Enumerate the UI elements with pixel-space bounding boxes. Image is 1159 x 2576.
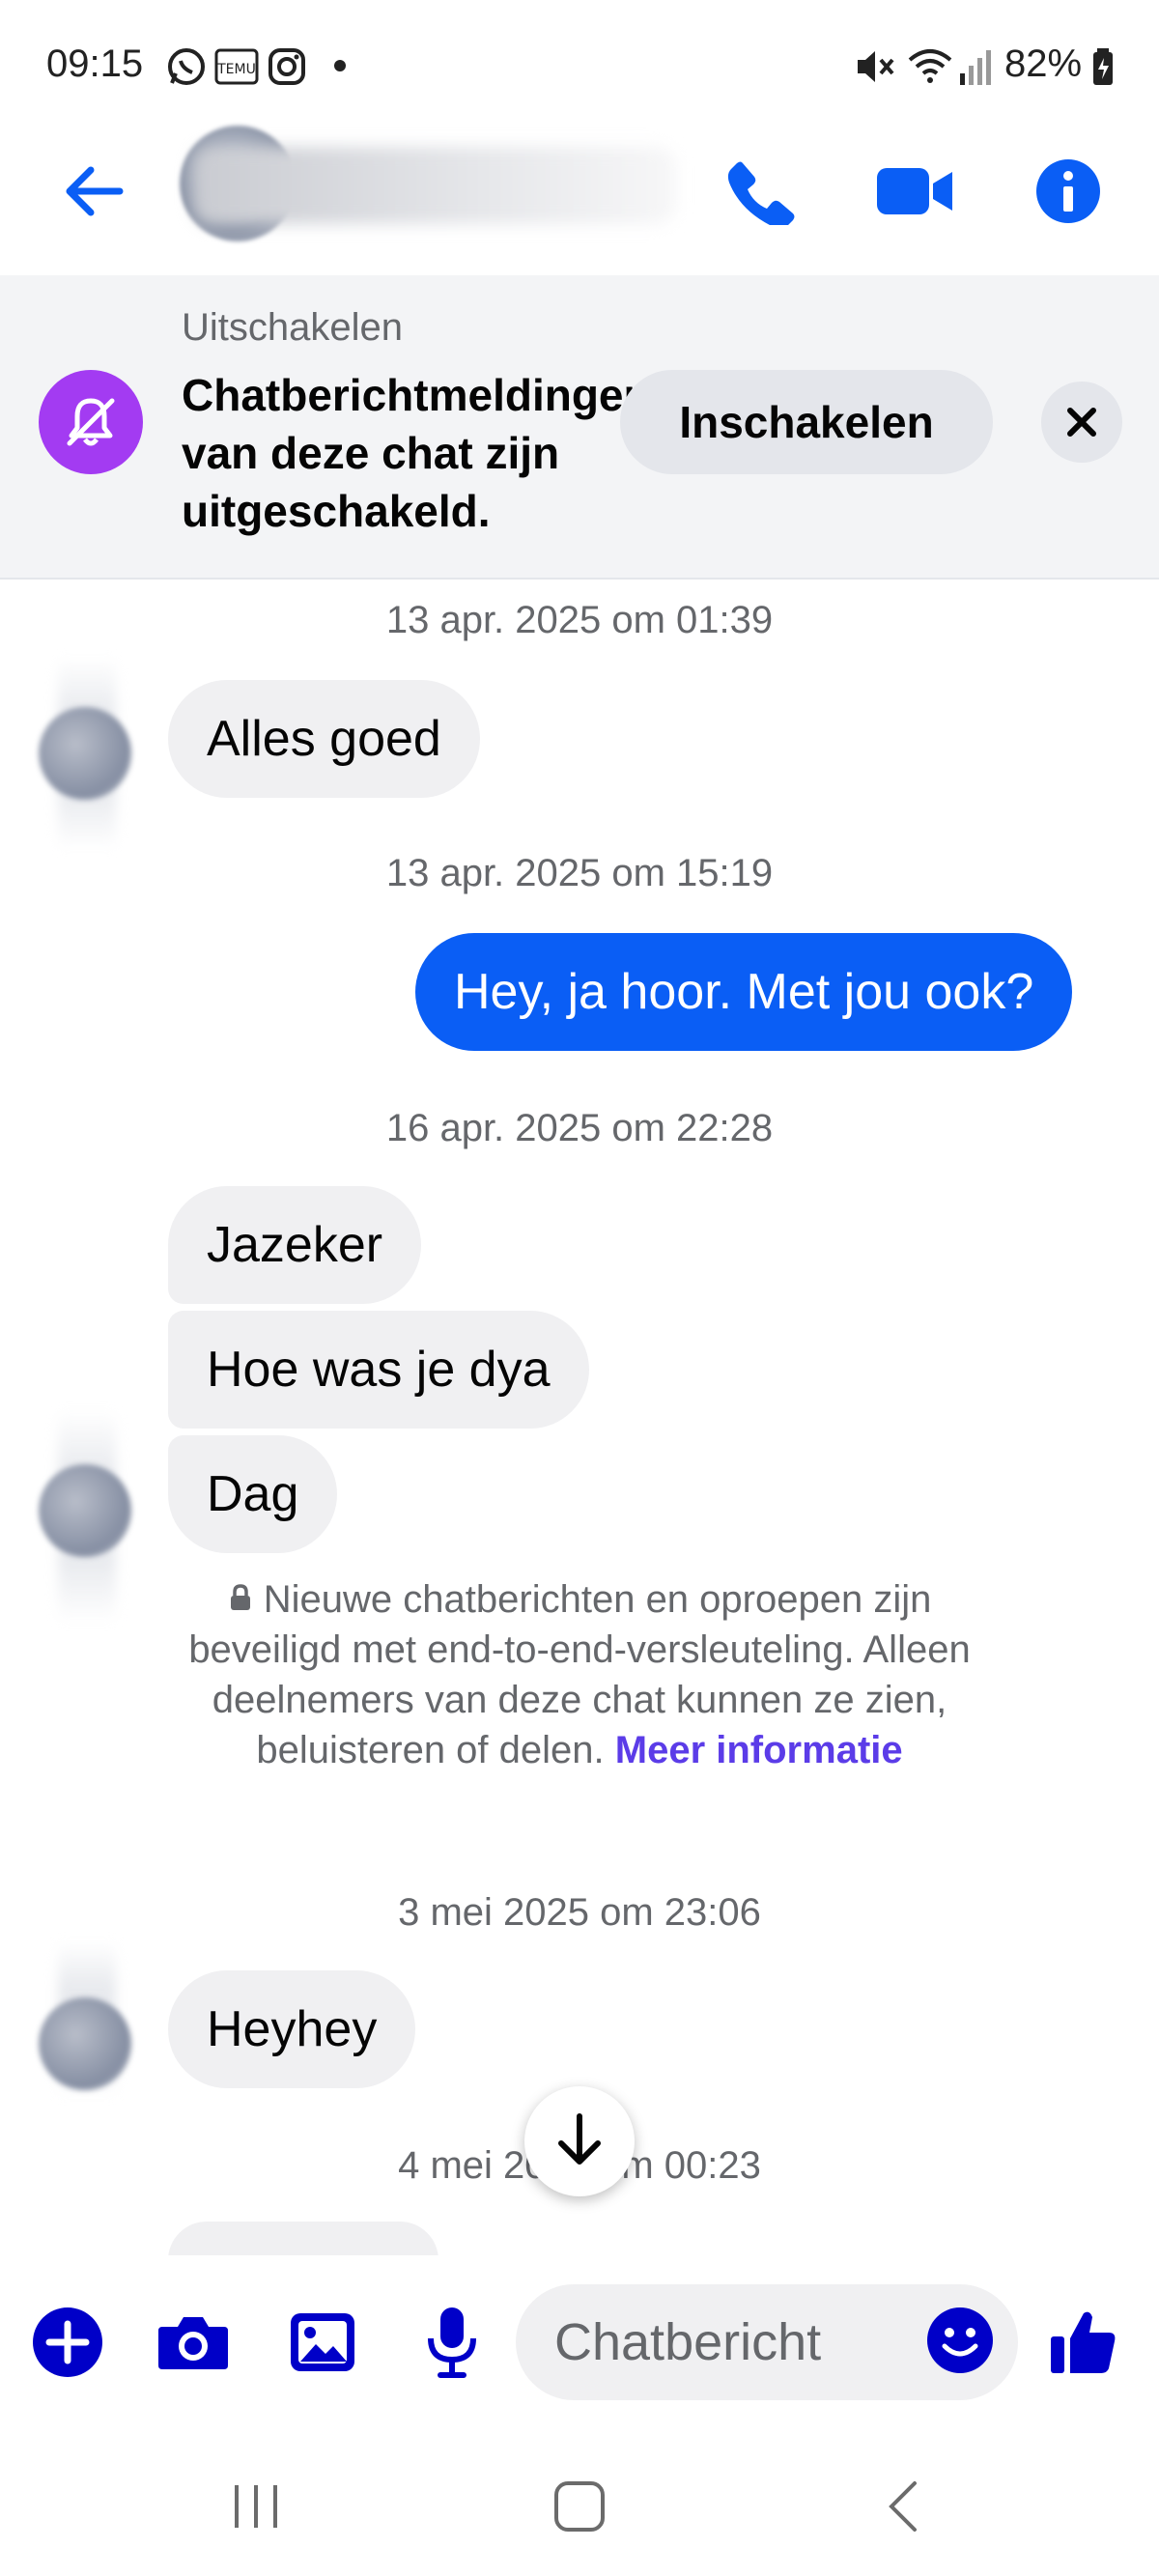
emoji-icon[interactable] — [925, 2306, 995, 2380]
sender-avatar[interactable] — [39, 1464, 131, 1557]
recents-icon[interactable] — [222, 2473, 290, 2540]
incoming-message[interactable]: Jazeker — [168, 1186, 422, 1304]
banner-kicker: Uitschakelen — [182, 306, 404, 349]
message-composer: Chatbericht — [0, 2255, 1159, 2429]
system-nav-bar — [0, 2434, 1159, 2576]
encryption-notice: Nieuwe chatberichten en oproepen zijn be… — [164, 1574, 995, 1775]
status-time: 09:15 — [46, 42, 144, 85]
signal-icon — [956, 46, 995, 92]
bell-off-icon — [39, 370, 143, 474]
gallery-icon[interactable] — [284, 2294, 361, 2391]
close-icon[interactable] — [1041, 382, 1122, 463]
incoming-message[interactable]: Hoe was je dya — [168, 1311, 589, 1429]
timestamp: 16 apr. 2025 om 22:28 — [385, 1107, 774, 1149]
status-dot — [332, 58, 348, 78]
status-bar: 09:15 TEMU 82% — [0, 0, 1159, 135]
incoming-message[interactable]: Heyhey — [168, 1970, 416, 2088]
timestamp: 13 apr. 2025 om 01:39 — [385, 599, 774, 641]
back-icon[interactable] — [869, 2473, 937, 2540]
incoming-message-partial — [168, 2222, 438, 2260]
incoming-message[interactable]: Alles goed — [168, 680, 480, 798]
whatsapp-icon — [166, 46, 207, 92]
chat-header — [0, 126, 1159, 270]
outgoing-message[interactable]: Hey, ja hoor. Met jou ook? — [415, 933, 1073, 1051]
info-icon[interactable] — [1028, 151, 1109, 232]
scroll-down-button[interactable] — [524, 2086, 635, 2196]
message-input-placeholder: Chatbericht — [554, 2313, 822, 2371]
battery-percentage: 82% — [1004, 42, 1083, 85]
home-icon[interactable] — [546, 2473, 613, 2540]
contact-name[interactable] — [193, 147, 676, 224]
lock-icon — [228, 1578, 253, 1621]
more-info-link[interactable]: Meer informatie — [615, 1729, 903, 1771]
wifi-icon — [906, 46, 954, 92]
mic-icon[interactable] — [413, 2294, 491, 2391]
arrow-down-icon — [555, 2112, 604, 2171]
enable-notifications-button[interactable]: Inschakelen — [620, 370, 993, 474]
svg-text:TEMU: TEMU — [216, 62, 256, 77]
muted-notification-banner: Uitschakelen Chatberichtmeldingen van de… — [0, 275, 1159, 580]
temu-icon: TEMU — [214, 48, 259, 90]
plus-icon[interactable] — [29, 2294, 106, 2391]
thumbs-up-icon[interactable] — [1045, 2294, 1122, 2391]
timestamp: 13 apr. 2025 om 15:19 — [385, 852, 774, 894]
banner-message: Chatberichtmeldingen van deze chat zijn … — [182, 370, 651, 536]
back-arrow-icon[interactable] — [54, 153, 131, 230]
message-input[interactable]: Chatbericht — [516, 2284, 1018, 2400]
timestamp: 3 mei 2025 om 23:06 — [398, 1891, 761, 1934]
mute-icon — [854, 46, 896, 92]
sender-avatar[interactable] — [39, 1997, 131, 2090]
phone-icon[interactable] — [721, 151, 802, 232]
instagram-icon — [267, 46, 307, 92]
incoming-message[interactable]: Dag — [168, 1435, 338, 1553]
sender-avatar[interactable] — [39, 707, 131, 800]
battery-icon — [1091, 46, 1115, 92]
camera-icon[interactable] — [155, 2294, 232, 2391]
video-icon[interactable] — [871, 151, 958, 232]
